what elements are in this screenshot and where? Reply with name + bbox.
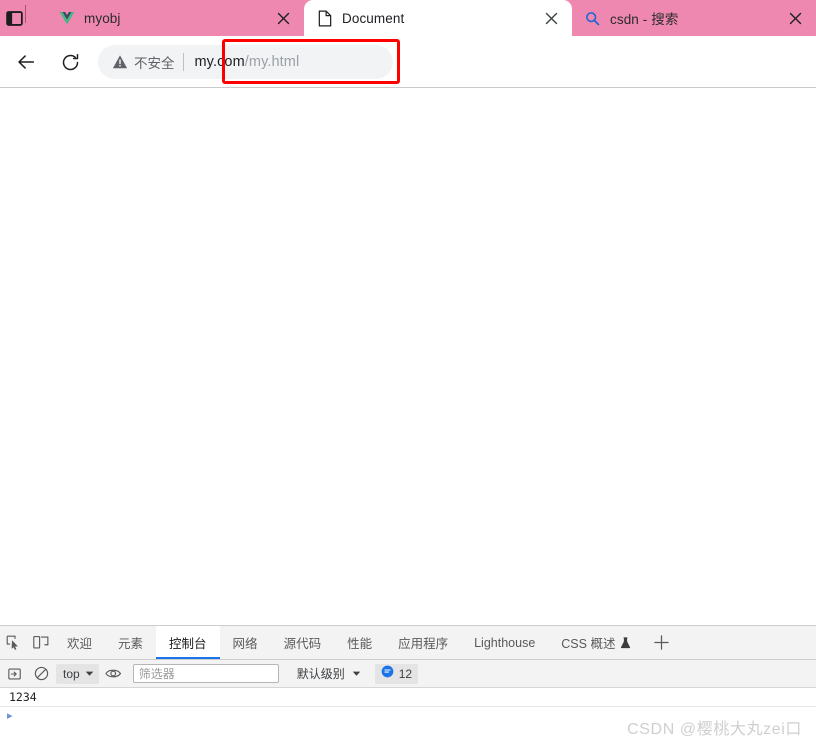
- console-level-selector[interactable]: 默认级别: [297, 665, 361, 682]
- device-toolbar-icon[interactable]: [27, 626, 54, 659]
- console-sidebar-icon[interactable]: [2, 662, 28, 686]
- console-prompt-row[interactable]: ▸: [0, 707, 816, 725]
- browser-toolbar: 不安全 my.com/my.html: [0, 36, 816, 88]
- url-host: my.com: [194, 54, 245, 70]
- close-icon[interactable]: [272, 7, 294, 29]
- omnibox-divider: [182, 53, 184, 71]
- chevron-down-icon: [85, 671, 94, 677]
- console-filter-input[interactable]: [132, 664, 279, 683]
- security-label: 不安全: [134, 56, 175, 71]
- tab-myobj[interactable]: myobj: [46, 0, 304, 36]
- devtools-tab-network[interactable]: 网络: [220, 626, 271, 659]
- devtools-tab-lighthouse[interactable]: Lighthouse: [461, 626, 548, 659]
- devtools-tab-application[interactable]: 应用程序: [385, 626, 461, 659]
- tab-label: 源代码: [283, 637, 322, 651]
- devtools-tab-performance[interactable]: 性能: [334, 626, 385, 659]
- beaker-icon: [620, 636, 631, 649]
- url-path: /my.html: [244, 54, 300, 70]
- tab-label: 控制台: [169, 637, 207, 651]
- prompt-caret-icon: ▸: [7, 709, 13, 722]
- address-bar[interactable]: 不安全 my.com/my.html: [98, 45, 393, 79]
- devtools-tab-console[interactable]: 控制台: [156, 626, 220, 659]
- tab-label: 元素: [118, 637, 144, 651]
- tab-list-icon[interactable]: [3, 7, 25, 29]
- console-output-area[interactable]: 1234 ▸: [0, 688, 816, 743]
- vue-logo-icon: [58, 10, 75, 27]
- add-panel-button[interactable]: [644, 626, 678, 659]
- eye-icon[interactable]: [101, 662, 127, 686]
- tab-label: 性能: [347, 637, 373, 651]
- back-arrow-icon[interactable]: [8, 44, 44, 80]
- browser-window: myobj Document csdn - 搜索 不安全 my.com/my.h…: [0, 0, 816, 745]
- tab-label: 应用程序: [398, 637, 449, 651]
- console-level-value: 默认级别: [296, 667, 345, 681]
- tab-strip: myobj Document csdn - 搜索: [0, 0, 816, 36]
- devtools-tab-css-overview[interactable]: CSS 概述: [548, 626, 644, 659]
- execution-context-value: top: [63, 666, 80, 681]
- page-viewport: [0, 88, 816, 625]
- devtools-tabbar: 欢迎 元素 控制台 网络 源代码 性能 应用程序 Lighthouse CSS …: [0, 626, 816, 660]
- tab-label: 网络: [232, 637, 258, 651]
- tab-label: Lighthouse: [474, 635, 536, 650]
- tab-title: csdn - 搜索: [610, 12, 679, 27]
- inspect-element-icon[interactable]: [0, 626, 27, 659]
- clear-console-icon[interactable]: [28, 662, 54, 686]
- chevron-down-icon: [352, 671, 361, 677]
- devtools-tab-sources[interactable]: 源代码: [271, 626, 335, 659]
- reload-icon[interactable]: [52, 44, 88, 80]
- warning-triangle-icon: [112, 54, 128, 70]
- tab-label: CSS 概述: [561, 637, 616, 651]
- console-message-row: 1234: [0, 688, 816, 707]
- url-text: my.com/my.html: [195, 54, 300, 70]
- message-count: 12: [398, 666, 413, 681]
- tab-strip-left-controls: [0, 0, 46, 36]
- document-page-icon: [316, 10, 333, 27]
- execution-context-selector[interactable]: top: [56, 663, 99, 684]
- tab-csdn-search[interactable]: csdn - 搜索: [572, 0, 816, 36]
- close-icon[interactable]: [784, 7, 806, 29]
- tab-title: Document: [342, 10, 405, 26]
- console-message-text: 1234: [9, 690, 37, 704]
- close-icon[interactable]: [540, 7, 562, 29]
- tab-title: myobj: [84, 10, 121, 26]
- tab-document[interactable]: Document: [304, 0, 572, 36]
- devtools-panel: 欢迎 元素 控制台 网络 源代码 性能 应用程序 Lighthouse CSS …: [0, 625, 816, 745]
- search-icon: [584, 10, 601, 27]
- devtools-tab-elements[interactable]: 元素: [105, 626, 156, 659]
- tab-label: 欢迎: [67, 637, 93, 651]
- devtools-tab-welcome[interactable]: 欢迎: [54, 626, 105, 659]
- message-bubble-icon: [381, 665, 394, 683]
- console-toolbar: top 默认级别: [0, 660, 816, 688]
- tab-strip-divider: [25, 4, 26, 23]
- console-message-count-badge[interactable]: 12: [374, 663, 419, 684]
- security-status-chip[interactable]: 不安全: [112, 52, 175, 72]
